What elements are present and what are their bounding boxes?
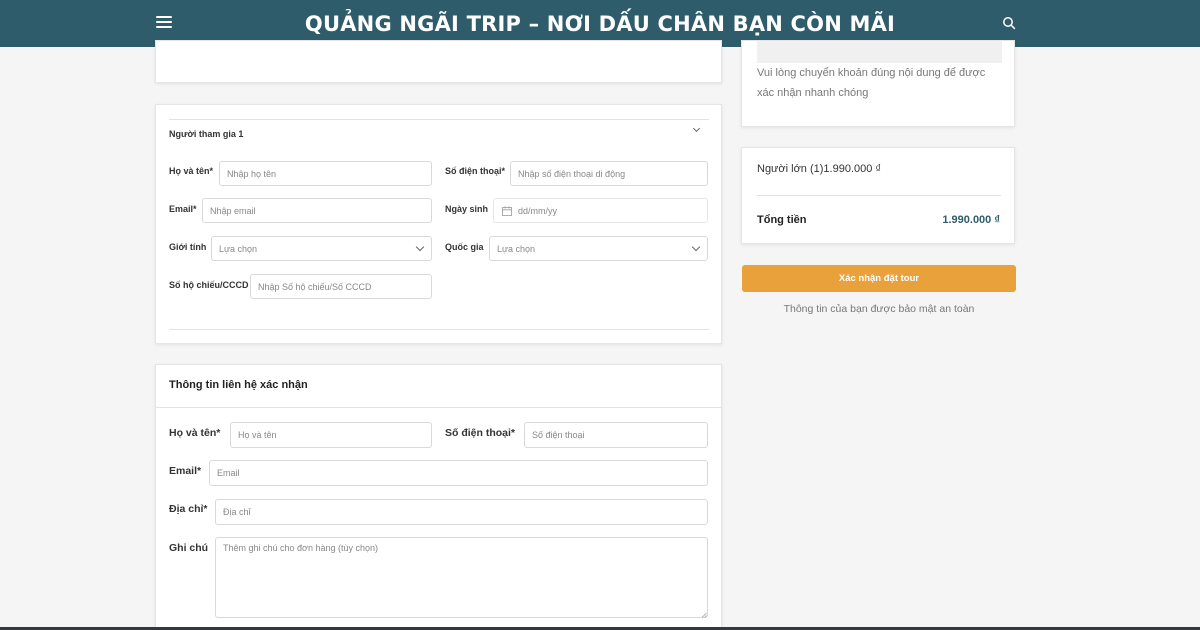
country-select-value: Lựa chọn — [497, 243, 536, 254]
payment-info-card: Vui lòng chuyển khoản đúng nội dung để đ… — [741, 40, 1015, 127]
participant-fullname-input[interactable]: Nhập họ tên — [219, 161, 432, 186]
hamburger-menu-icon[interactable] — [156, 16, 172, 30]
total-value: 1.990.000 ₫ — [942, 214, 1000, 226]
email-label: Email* — [169, 204, 197, 214]
passport-input[interactable]: Nhập Số hộ chiếu/Số CCCD — [250, 274, 432, 299]
contact-fullname-input[interactable]: Họ và tên — [230, 422, 432, 448]
contact-info-card: Thông tin liên hệ xác nhận Họ và tên* Họ… — [155, 364, 722, 630]
participant-phone-input[interactable]: Nhập số điện thoại di động — [510, 161, 708, 186]
contact-phone-input[interactable]: Số điện thoại — [524, 422, 708, 448]
country-label: Quốc gia — [445, 242, 484, 252]
chevron-down-icon — [691, 242, 701, 252]
passport-label: Số hộ chiếu/CCCD — [169, 280, 249, 290]
contact-note-label: Ghi chú — [169, 542, 209, 554]
contact-address-input[interactable]: Địa chỉ — [215, 499, 708, 525]
divider — [169, 329, 709, 330]
contact-section-title: Thông tin liên hệ xác nhận — [169, 379, 308, 391]
security-note: Thông tin của bạn được bảo mật an toàn — [783, 303, 975, 315]
previous-section-card — [155, 40, 722, 83]
chevron-down-icon[interactable] — [692, 124, 701, 133]
contact-fullname-label: Họ và tên* — [169, 427, 221, 439]
fullname-label: Họ và tên* — [169, 166, 214, 176]
participant-dob-input[interactable]: dd/mm/yy — [493, 198, 708, 223]
adult-price-line: Người lớn (1)1.990.000 ₫ — [757, 163, 882, 175]
resize-handle-icon[interactable] — [701, 612, 707, 618]
calendar-icon — [502, 205, 512, 216]
price-summary-card: Người lớn (1)1.990.000 ₫ Tổng tiền 1.990… — [741, 147, 1015, 244]
payment-info-box — [757, 41, 1002, 63]
divider — [169, 119, 709, 120]
divider — [156, 407, 721, 408]
participant-title: Người tham gia 1 — [169, 129, 244, 139]
total-label: Tổng tiền — [757, 214, 807, 226]
contact-phone-label: Số điện thoại* — [445, 427, 516, 439]
divider — [757, 195, 1001, 196]
confirm-booking-button[interactable]: Xác nhận đặt tour — [742, 265, 1016, 292]
search-icon[interactable] — [1002, 16, 1016, 30]
country-select[interactable]: Lựa chọn — [489, 236, 708, 261]
site-title: QUẢNG NGÃI TRIP – NƠI DẤU CHÂN BẠN CÒN M… — [304, 11, 896, 36]
dob-placeholder: dd/mm/yy — [518, 205, 558, 216]
gender-select-value: Lựa chọn — [219, 243, 258, 254]
contact-address-label: Địa chỉ* — [169, 503, 208, 515]
phone-label: Số điện thoại* — [445, 166, 506, 176]
gender-label: Giới tính — [169, 242, 207, 252]
contact-note-textarea[interactable]: Thêm ghi chú cho đơn hàng (tùy chọn) — [215, 537, 708, 618]
participant-email-input[interactable]: Nhập email — [202, 198, 432, 223]
contact-email-input[interactable]: Email — [209, 460, 708, 486]
transfer-note: Vui lòng chuyển khoản đúng nội dung để đ… — [757, 67, 986, 99]
contact-email-label: Email* — [169, 465, 202, 477]
gender-select[interactable]: Lựa chọn — [211, 236, 432, 261]
participant-card: Người tham gia 1 Họ và tên* Nhập họ tên … — [155, 104, 722, 344]
dob-label: Ngày sinh — [445, 204, 489, 214]
chevron-down-icon — [415, 242, 425, 252]
